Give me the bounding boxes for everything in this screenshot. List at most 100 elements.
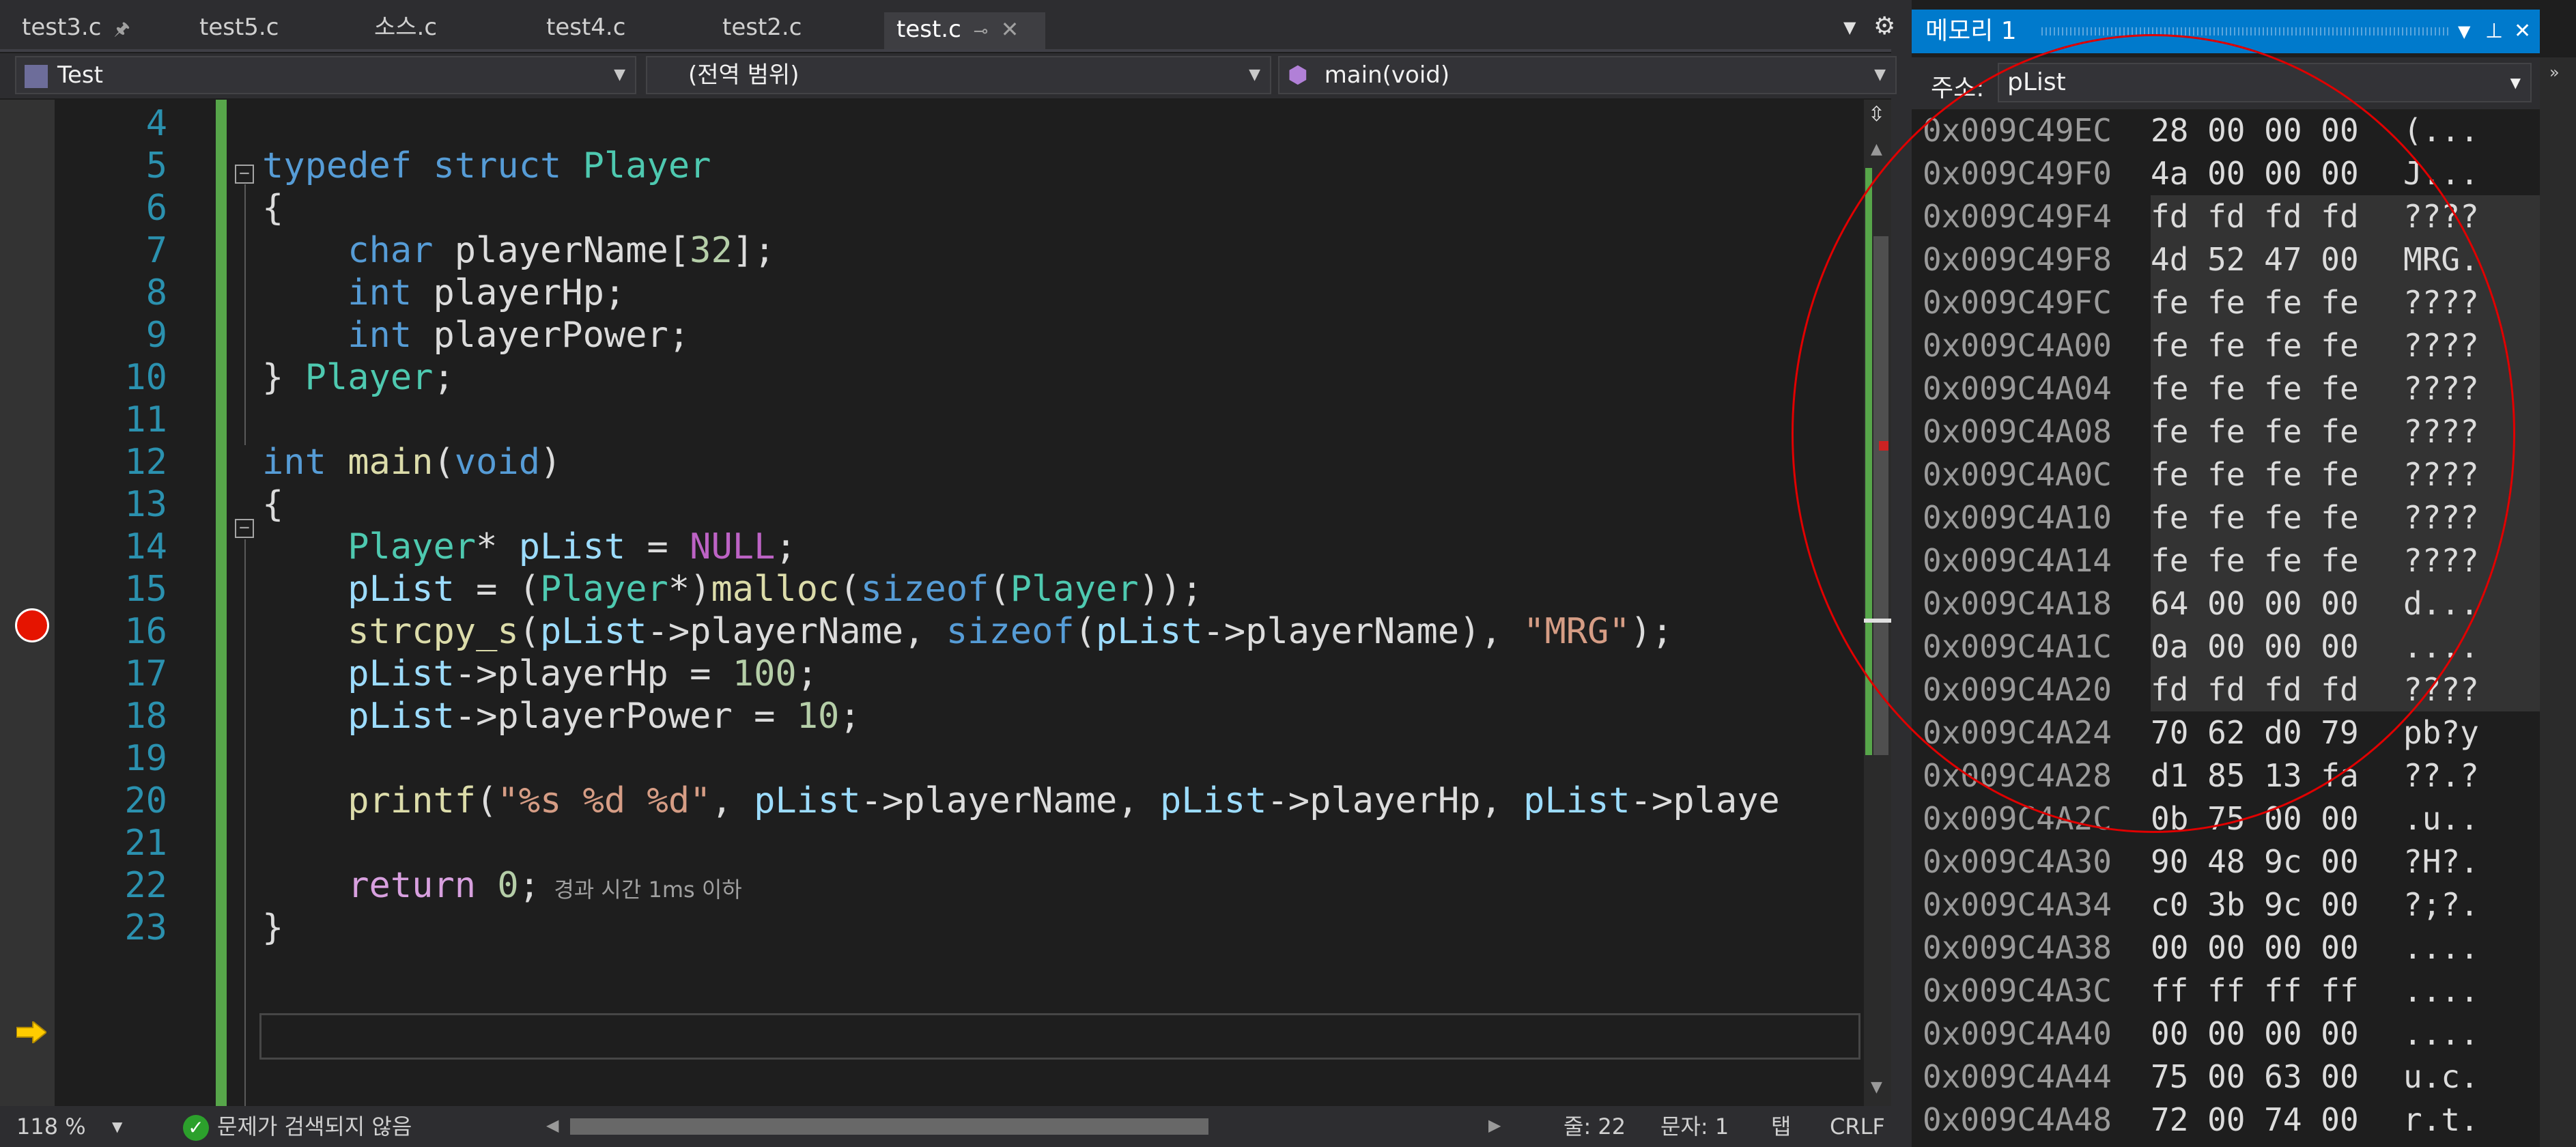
project-combo[interactable]: Test ▼ — [15, 56, 636, 94]
horizontal-scroll-thumb[interactable] — [570, 1118, 1208, 1135]
memory-grid[interactable]: 0x009C49EC 28 00 00 00 (... 0x009C49F0 4a 00… — [1912, 109, 2540, 1147]
memory-hex-bytes[interactable]: 0a 00 00 00 — [2151, 625, 2359, 668]
gear-icon[interactable]: ⚙ — [1873, 12, 1895, 40]
memory-ascii: MRG. — [2403, 241, 2479, 278]
split-editor-icon[interactable]: ⇳ — [1868, 102, 1885, 126]
line-indicator[interactable]: 줄: 22 — [1563, 1106, 1626, 1147]
memory-address: 0x009C4A14 — [1923, 542, 2112, 579]
tab-label: test.c — [896, 16, 961, 43]
breakpoint-icon[interactable] — [15, 608, 49, 642]
memory-hex-bytes[interactable]: fe fe fe fe — [2151, 539, 2359, 582]
code-line[interactable]: } Player; — [262, 352, 455, 403]
memory-hex-bytes[interactable]: 4a 00 00 00 — [2151, 152, 2359, 195]
memory-hex-bytes[interactable]: fe fe fe fe — [2151, 410, 2359, 453]
memory-address: 0x009C4A04 — [1923, 370, 2112, 407]
memory-ascii: .u.. — [2403, 800, 2479, 837]
memory-address: 0x009C4A38 — [1923, 929, 2112, 966]
issues-indicator[interactable]: ✓ 문제가 검색되지 않음 — [183, 1106, 412, 1147]
memory-hex-bytes[interactable]: ff ff ff ff — [2151, 969, 2359, 1013]
tab-test5-c[interactable]: test5.c — [187, 8, 291, 46]
memory-address: 0x009C4A2C — [1923, 800, 2112, 837]
memory-ascii: ???? — [2403, 499, 2479, 536]
memory-hex-bytes[interactable]: 00 00 00 00 — [2151, 1013, 2359, 1056]
scroll-up-icon[interactable]: ▲ — [1871, 141, 1882, 158]
dropdown-arrow-icon: ▼ — [2510, 74, 2521, 91]
memory-hex-bytes[interactable]: fe fe fe fe — [2151, 367, 2359, 410]
memory-address: 0x009C4A18 — [1923, 585, 2112, 622]
memory-hex-bytes[interactable]: 0b 75 00 00 — [2151, 797, 2359, 840]
memory-hex-bytes[interactable]: c0 3b 9c 00 — [2151, 883, 2359, 926]
memory-hex-bytes[interactable]: 70 62 d0 79 — [2151, 711, 2359, 754]
scroll-right-icon[interactable]: ▶ — [1488, 1116, 1501, 1135]
code-line[interactable]: pList->playerPower = 10; — [262, 691, 860, 741]
tab-test-c[interactable]: test.c ⊸ ✕ — [884, 12, 1045, 49]
scroll-left-icon[interactable]: ◀ — [546, 1116, 558, 1135]
code-line[interactable]: int main(void) — [262, 437, 561, 487]
memory-hex-bytes[interactable]: fe fe fe fe — [2151, 281, 2359, 324]
memory-ascii: ???? — [2403, 370, 2479, 407]
pin-icon[interactable]: ⊥ — [2485, 10, 2503, 53]
project-icon — [25, 64, 48, 88]
current-statement-arrow-icon — [16, 1021, 46, 1043]
memory-hex-bytes[interactable]: 4d 52 47 00 — [2151, 238, 2359, 281]
tab-test3-c[interactable]: test3.c 🖈 — [10, 8, 143, 46]
dropdown-arrow-icon[interactable]: ▼ — [2458, 10, 2470, 53]
address-input[interactable]: pList ▼ — [1998, 63, 2532, 102]
pin-icon[interactable]: 🖈 — [113, 19, 130, 40]
close-icon[interactable]: ✕ — [1001, 16, 1019, 42]
line-ending-indicator[interactable]: CRLF — [1830, 1106, 1885, 1147]
tab-test2-c[interactable]: test2.c — [710, 8, 814, 46]
tab-overflow-dropdown-icon[interactable]: ▼ — [1843, 18, 1856, 37]
memory-ascii: ???? — [2403, 671, 2479, 708]
code-line[interactable]: return 0; 경과 시간 1ms 이하 — [262, 860, 741, 911]
editor-status-bar: 118 % ▼ ✓ 문제가 검색되지 않음 ◀ ▶ 줄: 22 문자: 1 탭 CR… — [0, 1106, 1891, 1147]
memory-hex-bytes[interactable]: fe fe fe fe — [2151, 453, 2359, 496]
memory-hex-bytes[interactable]: fd fd fd fd — [2151, 668, 2359, 711]
code-line[interactable]: } — [262, 903, 283, 953]
indicator-margin[interactable] — [0, 100, 55, 1106]
memory-hex-bytes[interactable]: fd fd fd fd — [2151, 195, 2359, 238]
address-label: 주소: — [1931, 74, 1985, 102]
scroll-thumb[interactable] — [1873, 236, 1888, 755]
tab-source-c[interactable]: 소스.c — [362, 8, 449, 46]
document-tab-bar: test3.c 🖈 test5.c 소스.c test4.c test2.c te… — [0, 0, 1895, 52]
memory-hex-bytes[interactable]: 28 00 00 00 — [2151, 109, 2359, 152]
tab-indicator[interactable]: 탭 — [1771, 1106, 1791, 1147]
memory-hex-bytes[interactable]: fe fe fe fe — [2151, 324, 2359, 367]
pin-icon[interactable]: ⊸ — [974, 21, 989, 42]
memory-address: 0x009C4A00 — [1923, 327, 2112, 364]
scroll-change-bar — [1865, 168, 1872, 755]
memory-hex-bytes[interactable]: d1 85 13 fa — [2151, 754, 2359, 797]
tab-label: test3.c — [22, 14, 102, 41]
close-icon[interactable]: ✕ — [2514, 10, 2531, 53]
memory-ascii: .... — [2403, 628, 2479, 665]
memory-address: 0x009C4A3C — [1923, 972, 2112, 1009]
memory-vertical-scrollbar[interactable]: » — [2540, 57, 2576, 1147]
code-editor: test3.c 🖈 test5.c 소스.c test4.c test2.c te… — [0, 0, 1897, 1147]
scroll-down-icon[interactable]: ▼ — [1871, 1079, 1882, 1096]
memory-address: 0x009C4A24 — [1923, 714, 2112, 751]
title-grip — [2041, 27, 2451, 36]
code-line[interactable]: printf("%s %d %d", pList->playerName, pL… — [262, 776, 1780, 826]
memory-hex-bytes[interactable]: 75 00 63 00 — [2151, 1056, 2359, 1099]
memory-hex-bytes[interactable]: 72 00 74 00 — [2151, 1099, 2359, 1142]
memory-hex-bytes[interactable]: 64 00 00 00 — [2151, 582, 2359, 625]
memory-ascii: d... — [2403, 585, 2479, 622]
scope-combo[interactable]: (전역 범위) ▼ — [646, 56, 1271, 94]
code-area[interactable]: typedef struct Player{ char playerName[3… — [232, 100, 1864, 1106]
overflow-chevron-icon[interactable]: » — [2549, 63, 2560, 82]
function-combo[interactable]: ⬢ main(void) ▼ — [1278, 56, 1897, 94]
vertical-scrollbar[interactable]: ⇳ ▲ ▼ — [1864, 100, 1891, 1106]
tab-test4-c[interactable]: test4.c — [534, 8, 638, 46]
memory-hex-bytes[interactable]: fe fe fe fe — [2151, 496, 2359, 539]
dropdown-arrow-icon: ▼ — [1249, 66, 1260, 83]
memory-address: 0x009C49F0 — [1923, 155, 2112, 192]
memory-hex-bytes[interactable]: 90 48 9c 00 — [2151, 840, 2359, 883]
zoom-combo[interactable]: 118 % ▼ — [16, 1106, 126, 1147]
column-indicator[interactable]: 문자: 1 — [1660, 1106, 1729, 1147]
code-line[interactable]: typedef struct Player — [262, 141, 711, 191]
memory-ascii: u.c. — [2403, 1058, 2479, 1095]
memory-window-title-bar[interactable]: 메모리 1 ▼ ⊥ ✕ — [1912, 10, 2540, 53]
cube-icon: ⬢ — [1288, 61, 1308, 89]
memory-hex-bytes[interactable]: 00 00 00 00 — [2151, 926, 2359, 969]
